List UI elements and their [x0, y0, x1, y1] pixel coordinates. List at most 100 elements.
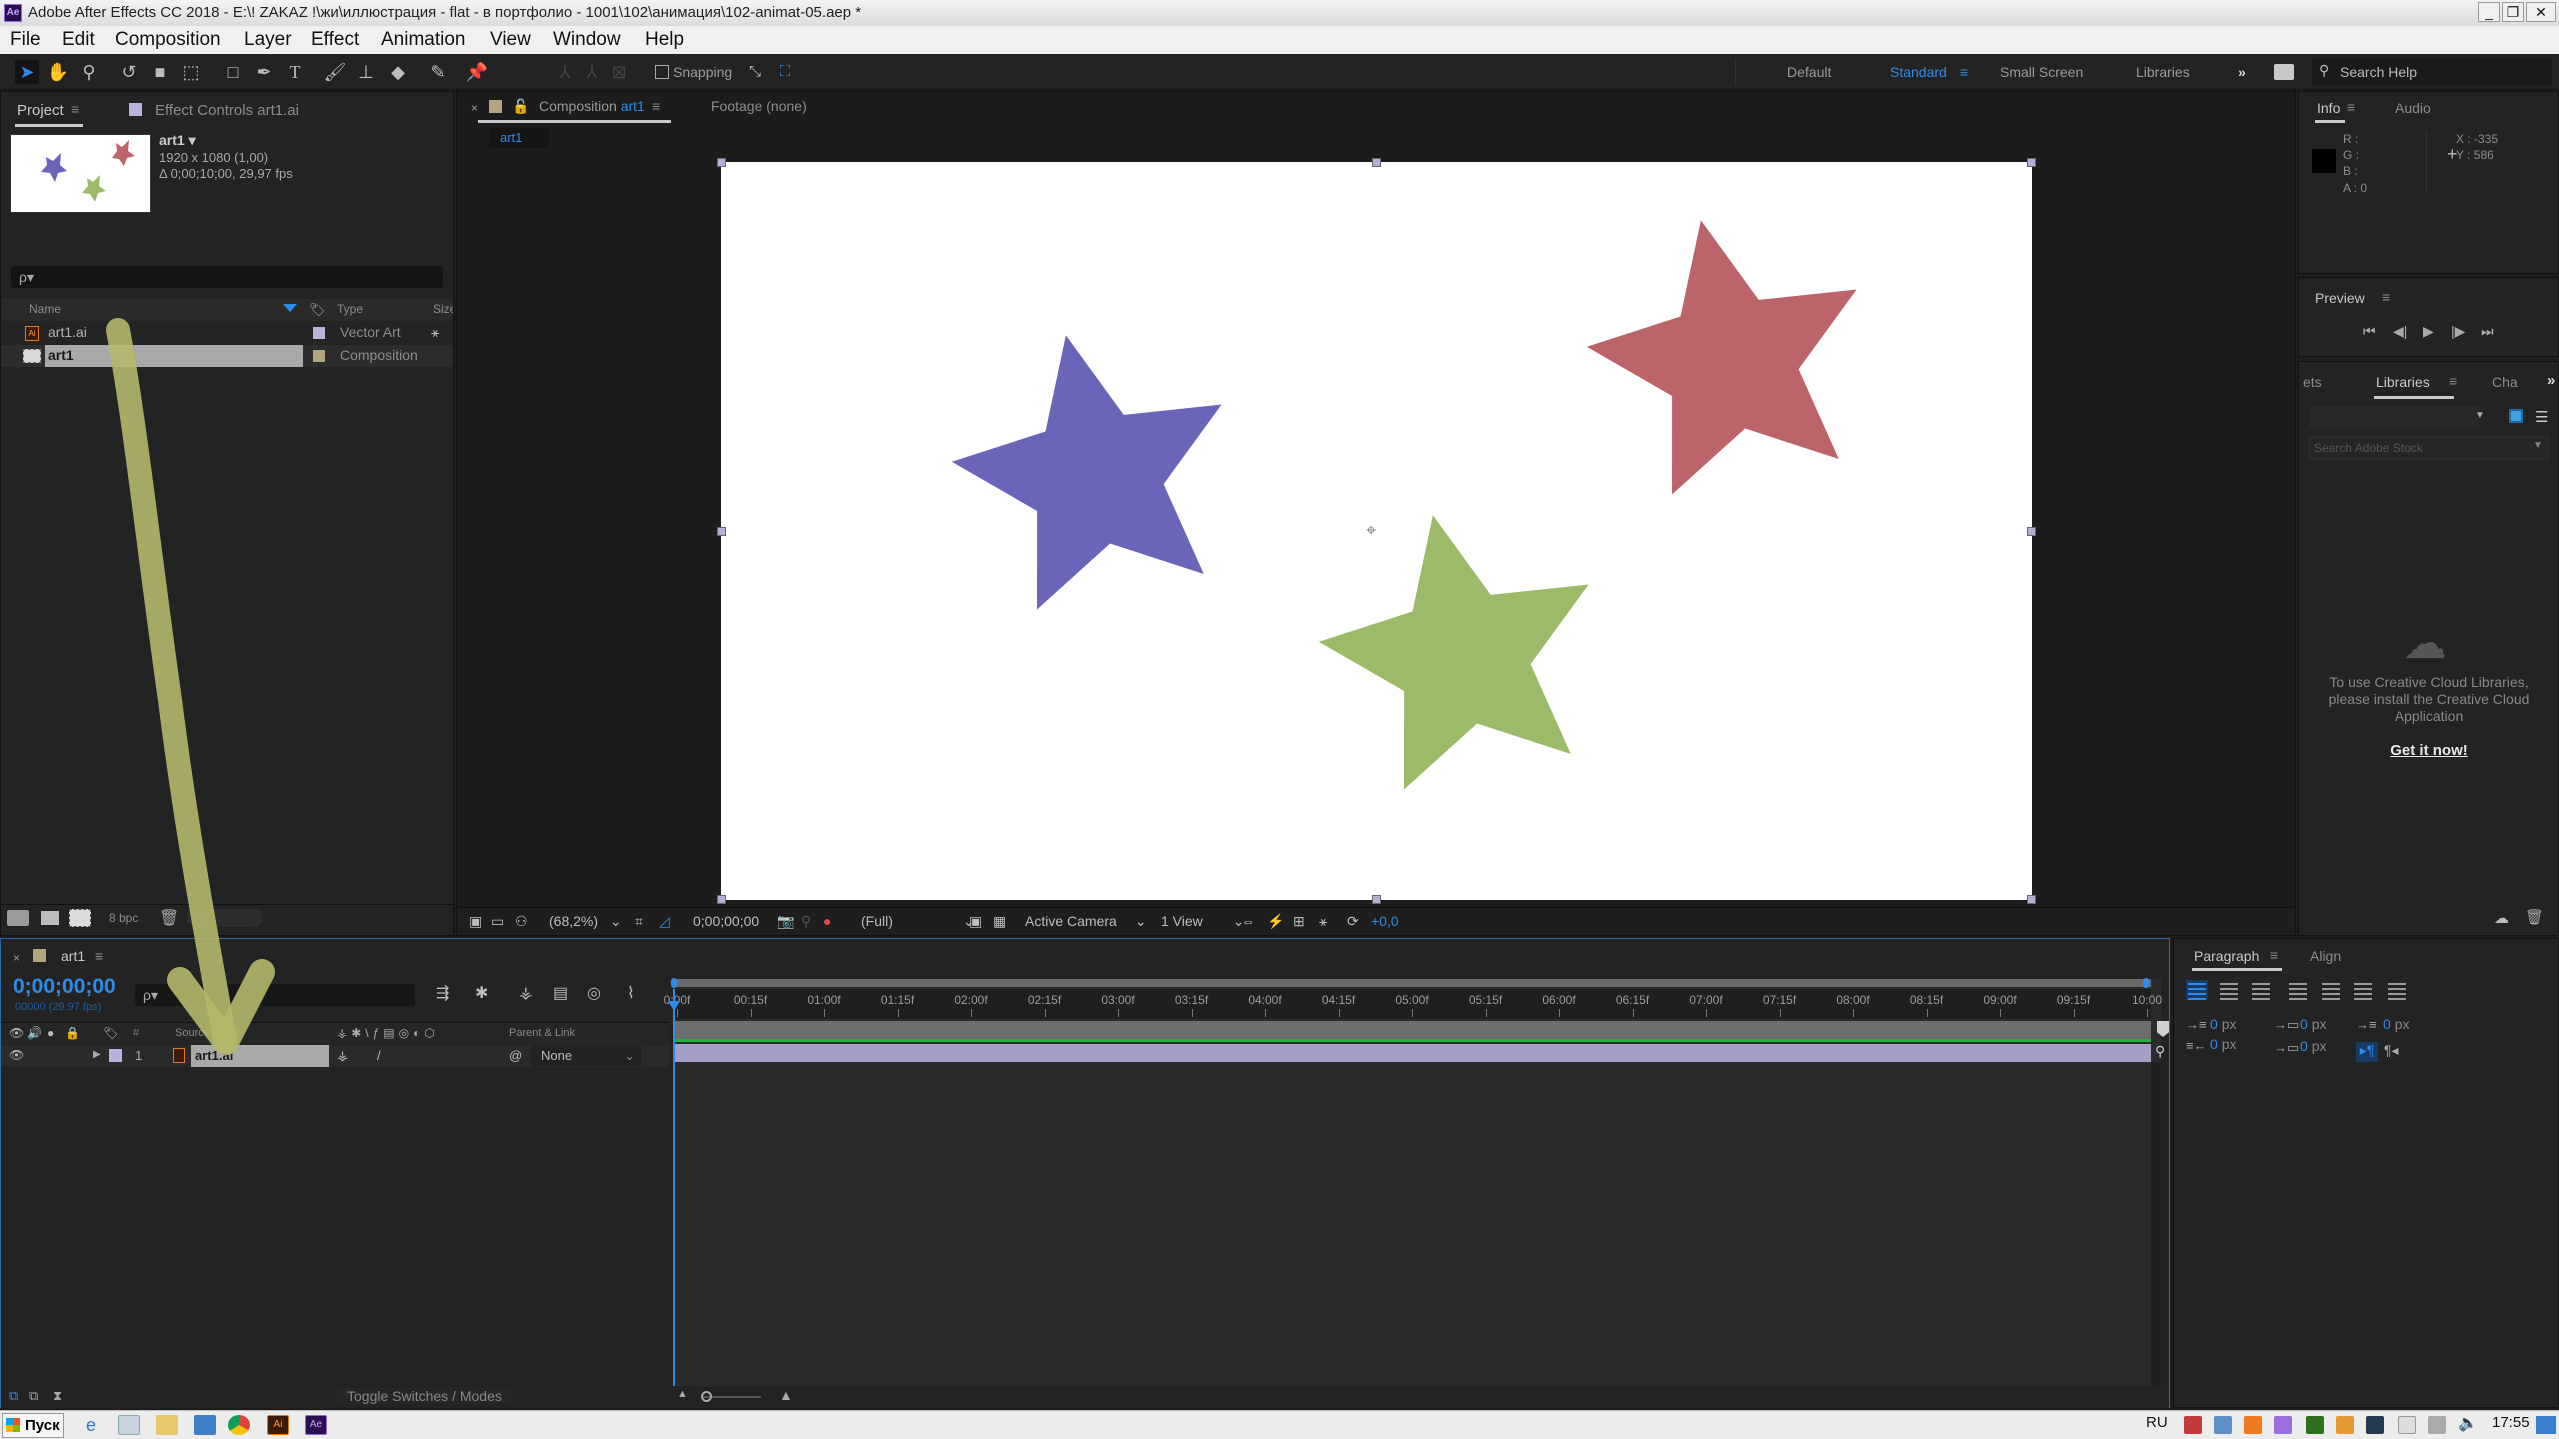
preview-menu-icon[interactable]: ≡	[2382, 289, 2390, 305]
column-parent-link[interactable]: Parent & Link	[509, 1027, 575, 1039]
next-frame-icon[interactable]: |▶	[2451, 323, 2465, 340]
illustrator-taskbar-icon[interactable]: Ai	[267, 1415, 289, 1435]
display-icon[interactable]	[2366, 1416, 2384, 1434]
puppet-pin-tool-icon[interactable]: 📌	[465, 60, 489, 84]
comp-marker-bin-icon[interactable]	[2157, 1021, 2169, 1037]
label-tag-icon[interactable]: 🏷	[309, 302, 326, 318]
workspace-small-screen[interactable]: Small Screen	[2000, 64, 2083, 80]
monitor-icon[interactable]: ▭	[491, 908, 504, 934]
reset-exposure-icon[interactable]: ⟳	[1347, 908, 1359, 934]
flowchart-icon[interactable]: ⚹	[1319, 908, 1327, 934]
more-workspaces-icon[interactable]: »	[2238, 64, 2246, 80]
color-channels-icon[interactable]: ●	[823, 908, 831, 934]
transparency-grid-icon[interactable]: ▦	[993, 908, 1006, 934]
project-item-row[interactable]: Ai art1.ai Vector Art ⚹	[1, 322, 453, 344]
tab-footage[interactable]: Footage (none)	[711, 98, 807, 114]
restore-button[interactable]: ❐	[2502, 2, 2524, 22]
justify-last-right-button[interactable]	[2352, 980, 2374, 1000]
project-menu-icon[interactable]: ≡	[71, 101, 79, 117]
more-panels-icon[interactable]: »	[2547, 372, 2555, 389]
column-source-name[interactable]: Source Name	[175, 1027, 242, 1039]
zoom-tool-icon[interactable]: ⚲	[77, 60, 101, 84]
tab-audio[interactable]: Audio	[2395, 100, 2431, 116]
toggle-pixel-aspect-icon[interactable]: ⇔	[1241, 908, 1255, 934]
layer-handle-mr[interactable]	[2027, 527, 2036, 536]
tab-effect-controls[interactable]: Effect Controls art1.ai	[155, 102, 299, 119]
in-out-pane-icon[interactable]: ⧗	[53, 1388, 62, 1404]
current-time-timecode[interactable]: 0;00;00;00	[13, 975, 116, 999]
ltr-direction-button[interactable]: ▸¶	[2356, 1042, 2378, 1062]
calculator-icon[interactable]	[118, 1415, 140, 1435]
frame-blending-icon[interactable]: ▤	[553, 983, 568, 1003]
hand-tool-icon[interactable]: ✋	[46, 60, 70, 84]
tab-effects-presets[interactable]: ets	[2303, 374, 2322, 390]
stock-dropdown-icon[interactable]: ▼	[2533, 440, 2543, 451]
menu-edit[interactable]: Edit	[62, 26, 95, 54]
info-menu-icon[interactable]: ≡	[2347, 99, 2355, 115]
zoom-out-icon[interactable]: ▲	[677, 1388, 688, 1400]
hide-shy-layers-icon[interactable]: ⚶	[519, 983, 533, 1003]
workspace-default[interactable]: Default	[1787, 64, 1831, 80]
selection-tool-icon[interactable]: ➤	[15, 60, 39, 84]
zoom-slider-handle[interactable]	[701, 1391, 712, 1402]
layer-handle-bc[interactable]	[1372, 895, 1381, 904]
layer-handle-bl[interactable]	[717, 895, 726, 904]
roto-brush-tool-icon[interactable]: ✎	[426, 60, 450, 84]
justify-all-button[interactable]	[2386, 980, 2408, 1000]
first-frame-icon[interactable]: ⏮	[2363, 323, 2376, 340]
layer-handle-ml[interactable]	[717, 527, 726, 536]
space-after-field[interactable]: 0 px	[2300, 1038, 2326, 1054]
type-tool-icon[interactable]: T	[283, 60, 307, 84]
workspace-menu-icon[interactable]: ≡	[1960, 64, 1968, 80]
current-time-indicator[interactable]	[673, 989, 675, 1399]
libraries-menu-icon[interactable]: ≡	[2449, 373, 2457, 389]
brush-tool-icon[interactable]: 🖌	[323, 60, 347, 84]
dependency-flowchart-icon[interactable]: ⚹	[431, 324, 439, 341]
layer-handle-tl[interactable]	[717, 158, 726, 167]
action-center-flag-icon[interactable]	[2398, 1416, 2416, 1434]
anchor-point-icon[interactable]: ⌖	[1366, 520, 1376, 541]
tab-project[interactable]: Project	[17, 102, 64, 119]
zoom-in-icon[interactable]: ▲	[779, 1387, 793, 1403]
tab-libraries[interactable]: Libraries	[2376, 374, 2430, 390]
mask-visibility-icon[interactable]: ⚇	[515, 908, 528, 934]
composition-canvas[interactable]	[721, 162, 2032, 900]
new-composition-icon[interactable]	[69, 909, 91, 927]
label-color-swatch[interactable]	[313, 327, 325, 339]
expand-layer-arrow[interactable]: ▶	[93, 1049, 101, 1060]
graph-editor-icon[interactable]: ⌇	[627, 983, 635, 1003]
project-item-row[interactable]: art1 Composition	[1, 345, 453, 367]
comp-button-icon[interactable]: ⚲	[2155, 1043, 2165, 1060]
snap-edges-icon[interactable]: ⤡	[743, 60, 767, 84]
time-ruler[interactable]: 0:00f 00:15f 01:00f 01:15f 02:00f 02:15f 03:00…	[664, 989, 2162, 1019]
pan-behind-tool-icon[interactable]: ⬚	[179, 60, 203, 84]
grid-guides-icon[interactable]: ⌗	[635, 908, 643, 934]
indent-left-field[interactable]: 0 px	[2210, 1016, 2236, 1032]
clock[interactable]: 17:55	[2492, 1414, 2530, 1431]
green-star[interactable]	[1318, 515, 1589, 790]
fast-preview-icon[interactable]: ⚡	[1267, 908, 1284, 934]
menu-file[interactable]: File	[10, 26, 41, 54]
show-desktop-icon[interactable]	[2536, 1416, 2556, 1434]
modes-pane-icon[interactable]: ⧉	[29, 1388, 38, 1404]
pen-tool-icon[interactable]: ✒	[252, 60, 276, 84]
column-name[interactable]: Name	[29, 302, 61, 316]
eraser-tool-icon[interactable]: ◆	[386, 60, 410, 84]
view-layout-dropdown[interactable]: 1 View ⌄	[1161, 908, 1245, 934]
timeline-search-input[interactable]: ρ▾	[135, 984, 415, 1006]
volume-icon[interactable]: 🔈	[2458, 1413, 2478, 1433]
previous-frame-icon[interactable]: ◀|	[2393, 323, 2407, 340]
menu-help[interactable]: Help	[645, 26, 684, 54]
comp-panel-menu-icon[interactable]: ≡	[652, 98, 660, 114]
search-help-input[interactable]: Search Help	[2312, 59, 2552, 85]
timeline-graph-area[interactable]: 0:00f 00:15f 01:00f 01:15f 02:00f 02:15f 03:00…	[664, 978, 2169, 1399]
thumbnail-size-slider[interactable]	[187, 909, 263, 927]
timeline-icon[interactable]: ⊞	[1293, 908, 1305, 934]
list-view-icon[interactable]: ☰	[2535, 408, 2548, 426]
feather-icon[interactable]	[2274, 1416, 2292, 1434]
snapshot-camera-icon[interactable]: 📷	[777, 908, 794, 934]
layer-switches-pane-icon[interactable]: ⧉	[9, 1388, 18, 1404]
last-frame-icon[interactable]: ⏭	[2481, 323, 2494, 340]
rectangle-tool-icon[interactable]: □	[221, 60, 245, 84]
file-explorer-icon[interactable]	[156, 1415, 178, 1435]
